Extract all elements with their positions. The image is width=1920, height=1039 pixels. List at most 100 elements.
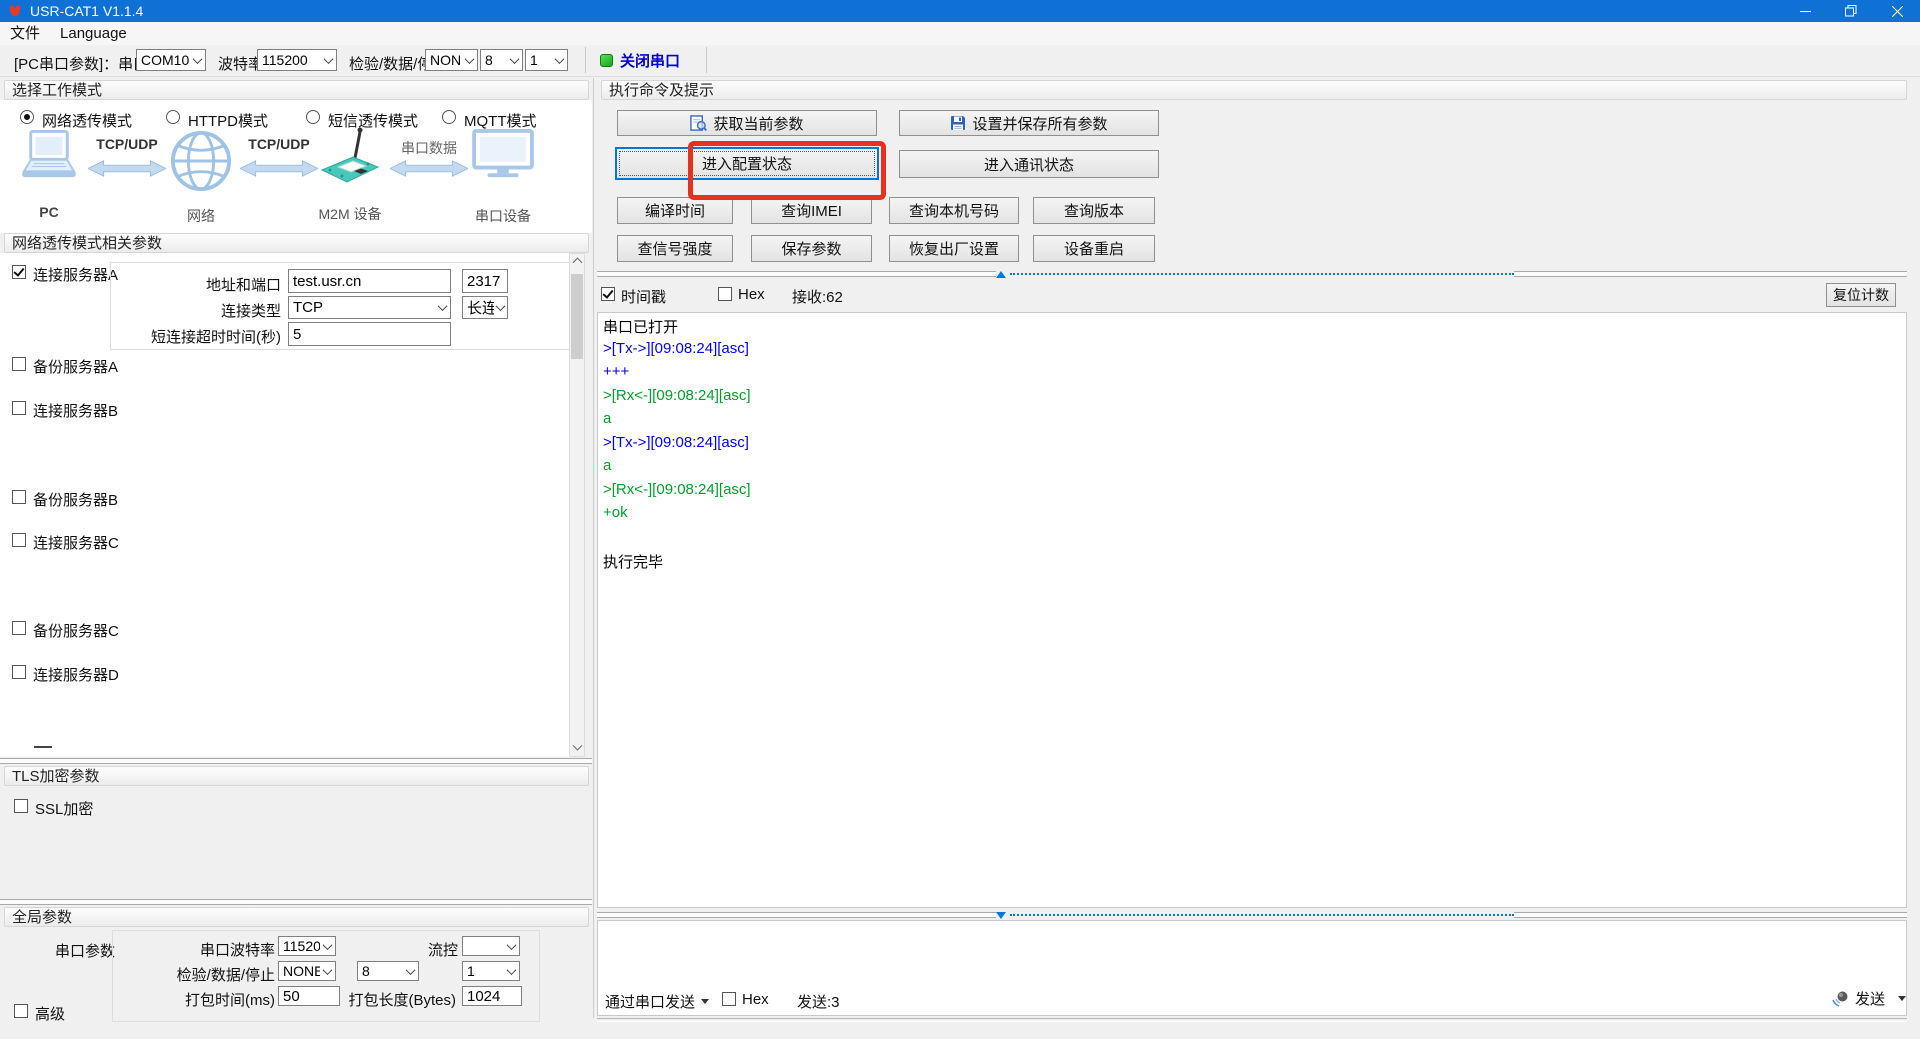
enter-config-mode-button[interactable]: 进入配置状态 — [615, 147, 879, 180]
log-line-text: >[Rx<-][09:08:24][asc] — [603, 386, 751, 404]
sent-count: 发送:3 — [797, 994, 840, 1011]
keepalive-select[interactable]: 长连接 — [462, 296, 508, 319]
baud-select[interactable]: 115200 — [257, 49, 337, 71]
log-line-text: +++ — [603, 363, 630, 380]
menu-file[interactable]: 文件 — [0, 22, 50, 45]
global-parity-select[interactable]: NONE — [278, 961, 336, 981]
send-via-dropdown[interactable]: 通过串口发送 — [605, 991, 710, 1012]
global-baud-select[interactable]: 115200 — [278, 936, 336, 956]
databits-select[interactable]: 8 — [480, 49, 523, 71]
collapse-up-icon — [996, 270, 1006, 278]
bottom-divider — [597, 1018, 1907, 1022]
tls-section-header: TLS加密参数 — [4, 766, 589, 786]
clipped-next-item — [34, 746, 52, 748]
left-horizontal-splitter[interactable] — [0, 758, 592, 764]
flow-control-select[interactable] — [462, 936, 520, 956]
radio-label: MQTT模式 — [464, 113, 537, 130]
scroll-up-button[interactable] — [570, 254, 584, 270]
toolbar-separator — [585, 47, 586, 73]
com-port-select[interactable]: COM10 — [136, 49, 206, 71]
save-params-button[interactable]: 保存参数 — [751, 235, 872, 262]
app-icon — [8, 4, 22, 18]
diagram-link-label: TCP/UDP — [96, 136, 158, 152]
global-parity-label: 检验/数据/停止 — [176, 967, 275, 984]
log-line-text: >[Tx->][09:08:24][asc] — [603, 339, 749, 357]
recv-count: 接收:62 — [792, 289, 843, 306]
log-line-text: 执行完毕 — [603, 554, 664, 571]
checkbox-backup-server-a[interactable] — [12, 357, 26, 371]
chevron-down-icon — [494, 297, 507, 318]
checkbox-connect-server-a[interactable] — [12, 265, 26, 279]
left-horizontal-splitter[interactable] — [0, 899, 592, 905]
log-line: >[Tx->][09:08:24][asc] — [603, 340, 1906, 364]
log-line: a — [603, 457, 1906, 481]
minimize-button[interactable] — [1782, 0, 1828, 22]
checkbox-advanced[interactable] — [14, 1004, 28, 1018]
set-save-params-button[interactable]: 设置并保存所有参数 — [899, 110, 1159, 136]
checkbox-ssl[interactable] — [14, 799, 28, 813]
scrollbar-thumb[interactable] — [571, 274, 583, 359]
timestamp-label: 时间戳 — [621, 289, 667, 306]
query-signal-button[interactable]: 查信号强度 — [617, 235, 733, 262]
diagram-link-label: 串口数据 — [401, 140, 457, 156]
enter-comm-mode-button[interactable]: 进入通讯状态 — [899, 150, 1159, 178]
compile-time-button[interactable]: 编译时间 — [617, 197, 733, 224]
pack-length-input[interactable]: 1024 — [462, 986, 522, 1006]
device-restart-button[interactable]: 设备重启 — [1033, 235, 1155, 262]
server-a-address-input[interactable]: test.usr.cn — [288, 269, 451, 293]
chevron-down-icon — [320, 937, 335, 955]
checkbox-label: 连接服务器B — [33, 403, 119, 420]
stopbits-select[interactable]: 1 — [525, 49, 568, 71]
global-baud-label: 串口波特率 — [199, 942, 275, 959]
checkbox-hex-recv[interactable] — [718, 287, 732, 301]
global-databits-select[interactable]: 8 — [357, 961, 419, 981]
query-version-button[interactable]: 查询版本 — [1033, 197, 1155, 224]
checkbox-label: 备份服务器A — [33, 359, 119, 376]
send-input-area[interactable] — [597, 920, 1907, 1016]
restore-button[interactable] — [1828, 0, 1874, 22]
send-button[interactable]: 发送 — [1830, 988, 1907, 1009]
checkbox-timestamp[interactable] — [601, 287, 615, 301]
checkbox-backup-server-b[interactable] — [12, 490, 26, 504]
server-a-port-input[interactable]: 2317 — [462, 269, 508, 293]
close-port-button[interactable]: 关闭串口 — [600, 50, 680, 70]
checkbox-backup-server-c[interactable] — [12, 621, 26, 635]
log-line-text: 串口已打开 — [603, 319, 679, 336]
chevron-down-icon — [504, 937, 519, 955]
panel-divider[interactable] — [593, 78, 594, 1018]
get-params-button[interactable]: 获取当前参数 — [617, 110, 877, 136]
serial-log-area[interactable]: 串口已打开 >[Tx->][09:08:24][asc] +++ >[Rx<-]… — [597, 312, 1907, 908]
chevron-down-icon — [320, 962, 335, 980]
pc-laptop-icon — [18, 130, 80, 180]
query-phone-number-button[interactable]: 查询本机号码 — [889, 197, 1019, 224]
log-line-text: >[Tx->][09:08:24][asc] — [603, 433, 749, 451]
reset-counter-button[interactable]: 复位计数 — [1826, 283, 1896, 307]
radio-sms-mode[interactable] — [306, 110, 320, 124]
radio-httpd-mode[interactable] — [166, 110, 180, 124]
checkbox-hex-send[interactable] — [722, 992, 736, 1006]
global-stopbits-select[interactable]: 1 — [462, 961, 520, 981]
dropdown-arrow-icon — [701, 999, 710, 1004]
radio-net-transparent-mode[interactable] — [20, 110, 34, 124]
checkbox-connect-server-d[interactable] — [12, 665, 26, 679]
close-button[interactable] — [1874, 0, 1920, 22]
net-params-scrollbar[interactable] — [569, 253, 585, 757]
query-imei-button[interactable]: 查询IMEI — [751, 197, 872, 224]
parity-select[interactable]: NONE — [425, 49, 478, 71]
network-globe-icon — [170, 130, 232, 192]
hex-label: Hex — [738, 286, 765, 303]
checkbox-connect-server-b[interactable] — [12, 401, 26, 415]
timeout-input[interactable]: 5 — [288, 322, 451, 346]
splitter-collapse-handle[interactable] — [996, 911, 1514, 919]
conn-type-select[interactable]: TCP — [288, 296, 451, 319]
send-sonar-icon — [1830, 989, 1850, 1009]
checkbox-label: 连接服务器A — [33, 267, 119, 284]
splitter-collapse-handle[interactable] — [996, 270, 1514, 278]
scroll-down-button[interactable] — [570, 740, 584, 756]
diagram-node-label: 串口设备 — [475, 208, 531, 224]
radio-mqtt-mode[interactable] — [442, 110, 456, 124]
menu-language[interactable]: Language — [50, 22, 137, 45]
net-params-section-header: 网络透传模式相关参数 — [4, 233, 589, 253]
factory-reset-button[interactable]: 恢复出厂设置 — [889, 235, 1019, 262]
checkbox-connect-server-c[interactable] — [12, 533, 26, 547]
